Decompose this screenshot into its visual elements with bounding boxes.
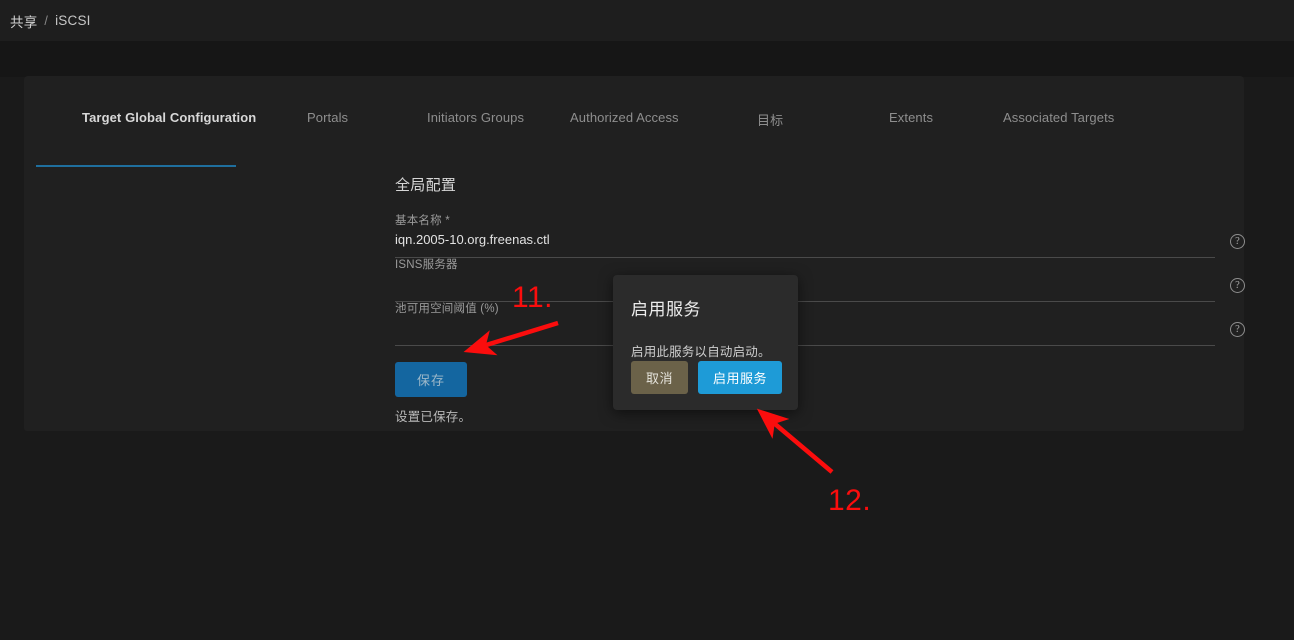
tab-extents[interactable]: Extents <box>889 110 933 125</box>
help-icon[interactable]: ? <box>1230 234 1245 249</box>
cancel-button[interactable]: 取消 <box>631 361 689 394</box>
tab-initiators-groups[interactable]: Initiators Groups <box>427 110 524 125</box>
save-status-text: 设置已保存。 <box>395 410 472 424</box>
save-row: 保存 设置已保存。 <box>395 362 1245 425</box>
form-title: 全局配置 <box>395 177 457 194</box>
dialog-message: 启用此服务以自动启动。 <box>631 345 771 359</box>
annotation-label-12: 12. <box>828 484 872 517</box>
field-base-name[interactable]: 基本名称 * iqn.2005-10.org.freenas.ctl ? <box>395 214 1245 258</box>
tab-portals[interactable]: Portals <box>307 110 348 125</box>
help-icon[interactable]: ? <box>1230 278 1245 293</box>
annotation-label-11: 11. <box>512 281 553 314</box>
tab-targets[interactable]: 目标 <box>757 110 783 129</box>
dialog-actions: 取消 启用服务 <box>631 361 783 394</box>
tab-target-global-configuration[interactable]: Target Global Configuration <box>82 110 256 125</box>
app-root: 共享 / iSCSI Target Global Configuration P… <box>0 0 1294 640</box>
tab-associated-targets[interactable]: Associated Targets <box>1003 110 1114 125</box>
help-icon[interactable]: ? <box>1230 322 1245 337</box>
enable-service-button[interactable]: 启用服务 <box>698 361 783 394</box>
field-underline <box>395 345 1215 346</box>
save-button[interactable]: 保存 <box>395 362 468 397</box>
field-label-base-name: 基本名称 * <box>395 215 450 227</box>
active-tab-indicator <box>36 165 236 167</box>
enable-service-dialog: 启用服务 启用此服务以自动启动。 取消 启用服务 <box>613 275 798 410</box>
field-value-base-name[interactable]: iqn.2005-10.org.freenas.ctl <box>395 230 1245 250</box>
breadcrumb-current[interactable]: iSCSI <box>55 13 91 28</box>
breadcrumb-bar: 共享 / iSCSI <box>0 0 1294 41</box>
breadcrumb-separator: / <box>44 13 49 28</box>
field-label-isns-server: ISNS服务器 <box>395 259 458 271</box>
dialog-title: 启用服务 <box>631 300 701 319</box>
tab-authorized-access[interactable]: Authorized Access <box>570 110 679 125</box>
breadcrumb-root[interactable]: 共享 <box>10 11 37 31</box>
tab-bar: Target Global Configuration Portals Init… <box>24 76 1244 167</box>
subheader-strip <box>0 41 1294 77</box>
field-value-pool-threshold[interactable] <box>395 318 1245 338</box>
